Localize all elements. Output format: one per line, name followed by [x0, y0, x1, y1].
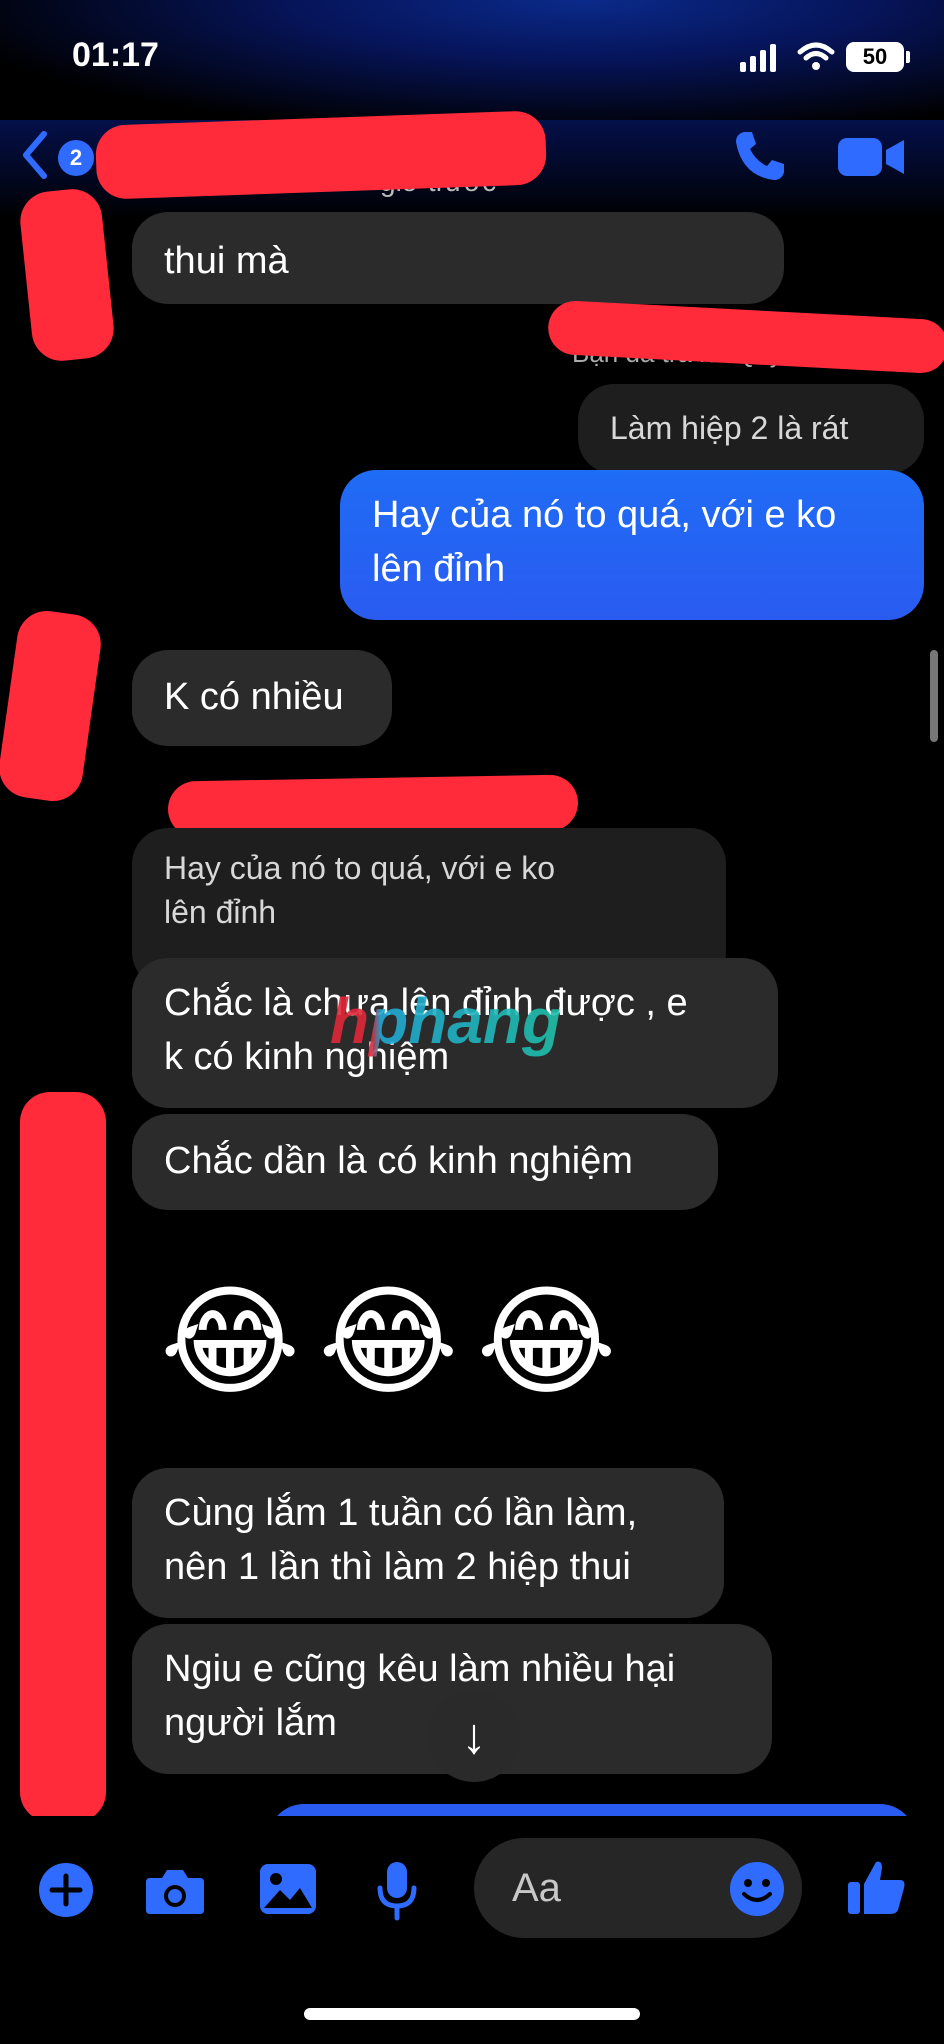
wifi-icon [797, 42, 835, 70]
plus-icon[interactable] [38, 1862, 94, 1918]
message-input-placeholder: Aa [512, 1866, 561, 1910]
camera-icon[interactable] [144, 1866, 206, 1916]
unread-count-badge[interactable]: 2 [58, 140, 94, 176]
emoji-message[interactable]: 😂😂😂 [160, 1272, 635, 1412]
battery-indicator: 50 [846, 42, 904, 72]
quoted-message[interactable]: Làm hiệp 2 là rát [578, 384, 924, 474]
battery-tip [906, 51, 910, 63]
message-bubble-incoming[interactable]: K có nhiều [132, 650, 392, 746]
redaction-avatar-3 [20, 1092, 106, 1822]
video-camera-icon[interactable] [836, 132, 906, 182]
back-chevron-icon[interactable] [20, 130, 50, 180]
thumbs-up-icon[interactable] [846, 1856, 908, 1918]
watermark-logo: hphang [330, 985, 562, 1057]
emoji-icon[interactable] [728, 1860, 786, 1918]
redaction-contact-name [94, 110, 548, 200]
photo-icon[interactable] [258, 1862, 318, 1916]
status-time: 01:17 [72, 36, 159, 74]
signal-icon [740, 44, 780, 72]
scrollbar[interactable] [930, 650, 938, 742]
message-bubble-incoming[interactable]: thui mà [132, 212, 784, 304]
redaction-avatar-2 [0, 607, 105, 805]
message-bubble-incoming[interactable]: Cùng lắm 1 tuần có lần làm, nên 1 lần th… [132, 1468, 724, 1618]
scroll-down-icon[interactable]: ↓ [428, 1690, 520, 1782]
home-indicator [304, 2008, 640, 2020]
message-bubble-incoming[interactable]: Chắc dần là có kinh nghiệm [132, 1114, 718, 1210]
phone-icon[interactable] [732, 128, 788, 184]
microphone-icon[interactable] [376, 1860, 418, 1922]
message-bubble-outgoing[interactable]: Hay của nó to quá, với e ko lên đỉnh [340, 470, 924, 620]
